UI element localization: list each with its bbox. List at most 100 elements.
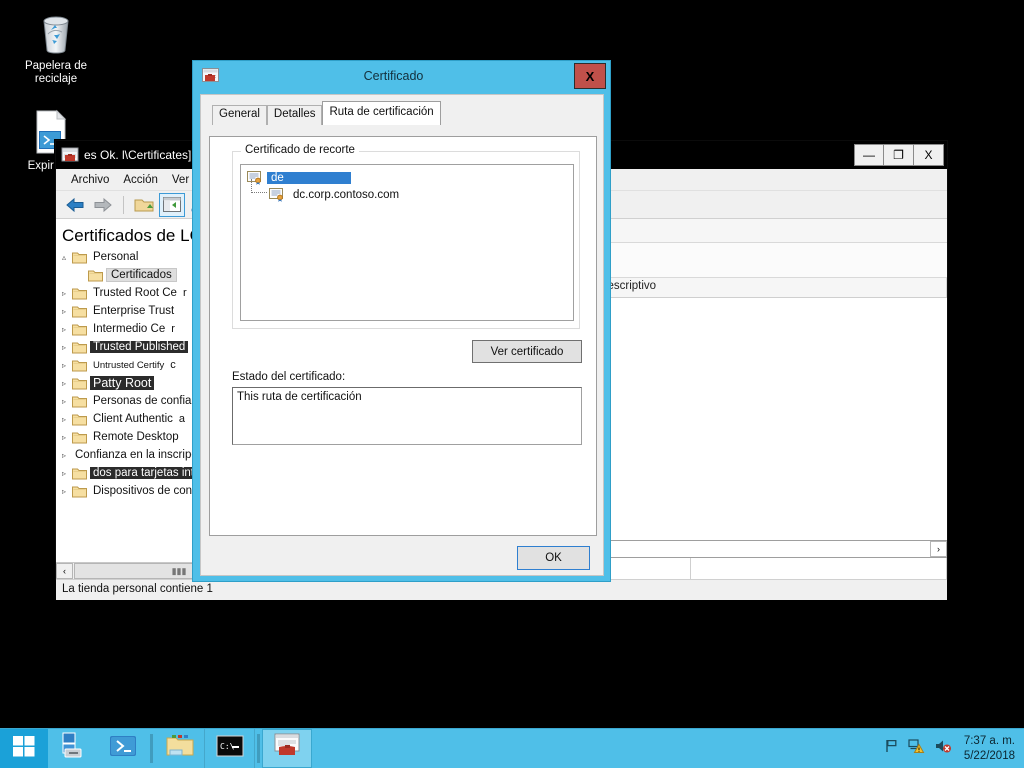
toolbar-divider xyxy=(123,195,124,214)
dialog-tabstrip: General Detalles Ruta de certificación xyxy=(201,101,603,125)
tree-item-clipped-text: r xyxy=(182,287,187,299)
mmc-icon xyxy=(273,733,301,764)
menu-accion[interactable]: Acción xyxy=(116,172,165,188)
tree-item-clipped-text: r xyxy=(171,323,175,335)
start-button[interactable] xyxy=(0,729,48,768)
tree-expander-icon[interactable]: ▹ xyxy=(56,433,72,442)
tab-ruta-de-certificacion[interactable]: Ruta de certificación xyxy=(322,101,441,125)
footer-cell-3 xyxy=(691,558,947,579)
certificate-icon xyxy=(197,68,223,84)
flag-icon[interactable] xyxy=(884,738,900,759)
tree-expander-icon[interactable]: ▹ xyxy=(56,487,72,496)
clock-time: 7:37 a. m. xyxy=(963,734,1015,747)
mmc-statusbar: La tienda personal contiene 1 xyxy=(56,579,947,600)
view-certificate-button[interactable]: Ver certificado xyxy=(472,340,582,363)
taskbar: C:\ 7:37 a. m. 5/22/2018 xyxy=(0,728,1024,768)
cert-path-node-root[interactable]: de xyxy=(247,169,573,186)
mmc-window-buttons: — ❐ X xyxy=(854,144,944,166)
folder-up-icon[interactable] xyxy=(131,193,157,217)
tree-connector-line xyxy=(251,179,267,193)
taskbar-item-powershell[interactable] xyxy=(98,729,148,768)
cell-nombre-descriptivo: < Ninguna xyxy=(552,298,947,318)
tree-expander-icon[interactable]: ▹ xyxy=(56,451,72,460)
clock-date: 5/22/2018 xyxy=(963,749,1015,762)
folder-icon xyxy=(72,485,90,498)
tree-expander-icon[interactable]: ▹ xyxy=(56,289,72,298)
minimize-button[interactable]: — xyxy=(854,144,884,166)
folder-icon xyxy=(72,467,90,480)
certification-path-groupbox: Certificado de recorte de dc.corp.contos… xyxy=(232,144,580,329)
column-header-nombre-descriptivo[interactable]: Nombre descriptivo xyxy=(552,278,947,297)
cert-path-node-child[interactable]: dc.corp.contoso.com xyxy=(251,179,573,203)
close-icon[interactable]: X xyxy=(574,63,606,89)
scroll-right-arrow-icon[interactable]: › xyxy=(930,541,947,557)
folder-icon xyxy=(72,431,90,444)
folder-icon xyxy=(72,305,90,318)
dialog-titlebar[interactable]: Certificado X xyxy=(193,61,610,91)
tree-expander-icon[interactable]: ▹ xyxy=(56,361,72,370)
taskbar-item-file-explorer[interactable] xyxy=(155,729,205,768)
tab-panel-ruta-de-certificacion: Certificado de recorte de dc.corp.contos… xyxy=(209,136,597,536)
console-icon: C:\ xyxy=(216,735,244,762)
folder-icon xyxy=(72,323,90,336)
desktop-icon-label: Papelera de reciclaje xyxy=(24,60,88,85)
network-warning-icon[interactable] xyxy=(908,738,926,759)
tree-item-label: Untrusted Certify xyxy=(93,359,165,371)
tab-detalles[interactable]: Detalles xyxy=(266,105,323,125)
folder-icon xyxy=(165,733,195,764)
arrow-left-icon[interactable] xyxy=(62,193,88,217)
tree-item-label: dos para tarjetas inte xyxy=(90,467,204,479)
clock[interactable]: 7:37 a. m. 5/22/2018 xyxy=(960,729,1024,768)
speaker-muted-icon[interactable] xyxy=(934,738,952,759)
tree-expander-icon[interactable]: ▹ xyxy=(56,379,72,388)
tree-item-label: Patty Root xyxy=(90,376,155,390)
tree-expander-icon[interactable]: ▵ xyxy=(56,253,72,262)
tree-item-clipped-text: a xyxy=(178,413,186,425)
taskbar-empty-area xyxy=(312,729,876,768)
folder-icon xyxy=(88,269,106,282)
close-button[interactable]: X xyxy=(914,144,944,166)
tree-expander-icon[interactable]: ▹ xyxy=(56,415,72,424)
certificate-dialog[interactable]: Certificado X General Detalles Ruta de c… xyxy=(192,60,611,582)
tree-item-label: Remote Desktop xyxy=(93,431,179,443)
arrow-right-icon[interactable] xyxy=(90,193,116,217)
certificate-status-text: This ruta de certificación xyxy=(232,387,582,445)
tree-expander-icon[interactable]: ▹ xyxy=(56,469,72,478)
tab-general[interactable]: General xyxy=(212,105,267,125)
desktop-icon-recycle-bin[interactable]: Papelera de reciclaje xyxy=(8,8,104,86)
dialog-content: General Detalles Ruta de certificación C… xyxy=(200,94,604,576)
tree-item-label: Client Authentic xyxy=(93,413,173,425)
tree-item-label: Enterprise Trust xyxy=(93,305,175,317)
powershell-icon xyxy=(109,734,137,763)
system-tray xyxy=(876,729,960,768)
taskbar-item-command-prompt[interactable]: C:\ xyxy=(205,729,255,768)
maximize-button[interactable]: ❐ xyxy=(884,144,914,166)
tree-expander-icon[interactable]: ▹ xyxy=(56,343,72,352)
folder-icon xyxy=(72,413,90,426)
scroll-left-arrow-icon[interactable]: ‹ xyxy=(56,563,73,579)
taskbar-item-mmc-console[interactable] xyxy=(262,729,312,768)
windows-start-icon xyxy=(12,734,36,763)
recycle-bin-icon xyxy=(32,8,80,56)
tree-expander-icon[interactable]: ▹ xyxy=(56,397,72,406)
tree-item-label: Intermedio Ce xyxy=(93,323,166,335)
folder-icon xyxy=(72,251,90,264)
server-manager-icon xyxy=(58,731,88,766)
taskbar-divider xyxy=(150,734,153,763)
tree-item-label: Personal xyxy=(93,251,139,263)
folder-icon xyxy=(72,377,90,390)
groupbox-title: Certificado de recorte xyxy=(241,144,359,156)
folder-icon xyxy=(72,395,90,408)
tree-expander-icon[interactable]: ▹ xyxy=(56,307,72,316)
ok-button[interactable]: OK xyxy=(517,546,590,570)
cert-path-node-label: dc.corp.contoso.com xyxy=(293,188,400,201)
folder-icon xyxy=(72,359,90,372)
certification-path-tree[interactable]: de dc.corp.contoso.com xyxy=(240,164,574,321)
taskbar-divider xyxy=(257,734,260,763)
console-tree-icon[interactable] xyxy=(159,192,185,217)
dialog-title-text: Certificado xyxy=(363,69,424,83)
folder-icon xyxy=(72,341,90,354)
menu-archivo[interactable]: Archivo xyxy=(64,172,116,188)
taskbar-item-server-manager[interactable] xyxy=(48,729,98,768)
tree-expander-icon[interactable]: ▹ xyxy=(56,325,72,334)
